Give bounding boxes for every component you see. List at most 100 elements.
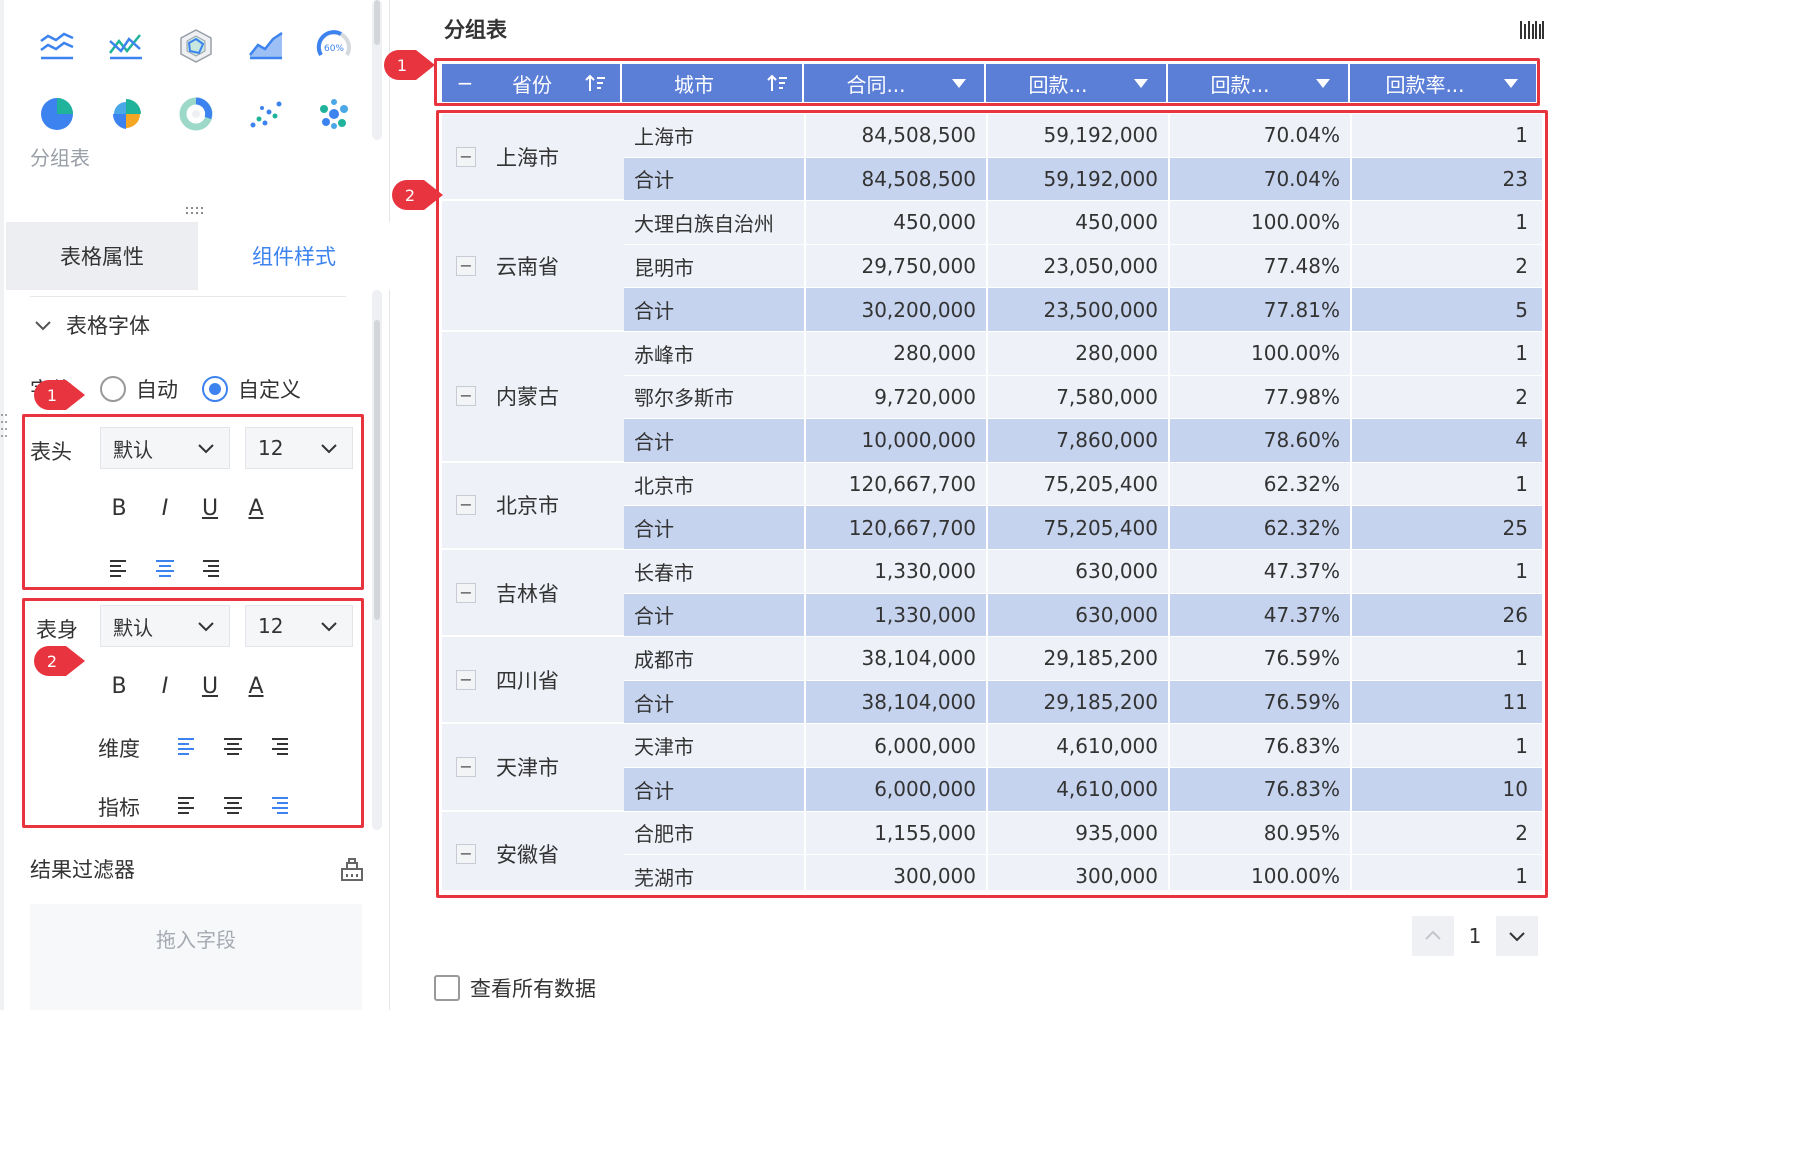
metric-align-center-button[interactable] <box>218 789 248 819</box>
align-center-icon <box>224 797 242 814</box>
dimension-align-left-button[interactable] <box>172 730 202 760</box>
filter-settings-icon[interactable] <box>338 855 366 883</box>
header-font-color-button[interactable]: A <box>241 493 271 523</box>
panel-edge <box>0 0 4 1010</box>
radar-chart-icon[interactable] <box>176 26 216 66</box>
body-font-color-button[interactable]: A <box>241 671 271 701</box>
body-font-family-value: 默认 <box>113 615 153 640</box>
radio-auto[interactable]: 自动 <box>100 374 178 404</box>
chevron-down-icon <box>35 321 51 331</box>
annotation-badge-number: 2 <box>46 651 58 671</box>
section-title: 表格字体 <box>66 314 150 338</box>
header-bold-button[interactable]: B <box>104 493 134 523</box>
header-align-left-button[interactable] <box>104 552 134 582</box>
align-right-icon <box>203 560 219 577</box>
bold-icon: B <box>111 495 127 521</box>
annotation-badge-number: 2 <box>404 185 416 205</box>
dimension-align-right-button[interactable] <box>264 730 294 760</box>
radio-custom[interactable]: 自定义 <box>202 374 301 404</box>
filter-drop-zone[interactable]: 拖入字段 <box>30 904 362 1010</box>
header-align-center-button[interactable] <box>150 552 180 582</box>
metric-align-left-button[interactable] <box>172 789 202 819</box>
annotation-badge-1: 1 <box>382 48 436 82</box>
scatter-chart-icon[interactable] <box>246 94 286 134</box>
body-font-size-value: 12 <box>258 614 284 638</box>
bubble-chart-icon[interactable] <box>314 94 354 134</box>
widget-title: 分组表 <box>444 18 507 42</box>
underline-icon: U <box>201 673 219 699</box>
next-page-button[interactable] <box>1496 916 1538 956</box>
dimension-align-center-button[interactable] <box>218 730 248 760</box>
align-left-icon <box>178 797 194 814</box>
gauge-chart-icon[interactable]: 60% <box>314 26 354 66</box>
align-left-icon <box>110 560 126 577</box>
chevron-down-icon <box>321 622 337 632</box>
barcode-menu-icon[interactable] <box>1518 18 1546 42</box>
resize-grip-icon[interactable] <box>0 412 8 440</box>
chevron-down-icon <box>198 622 214 632</box>
chart-type-label: 分组表 <box>30 146 90 170</box>
view-all-data-checkbox[interactable]: 查看所有数据 <box>434 972 596 1004</box>
table-font-section-header[interactable]: 表格字体 <box>32 308 150 342</box>
header-font-size-select[interactable]: 12 <box>245 427 353 469</box>
radio-custom-label: 自定义 <box>238 378 301 402</box>
config-tab-bar: 表格属性 组件样式 <box>6 222 390 290</box>
left-config-panel: 60% 分组表 表格属性 组件样式 表格字体 字体 自动 自定义 表头 默认 <box>0 0 390 1010</box>
radio-auto-label: 自动 <box>136 378 178 402</box>
checkbox-box[interactable] <box>434 975 460 1001</box>
align-right-icon <box>272 738 288 755</box>
pie-chart-icon[interactable] <box>37 94 77 134</box>
align-right-icon <box>272 797 288 814</box>
filter-drop-hint: 拖入字段 <box>156 928 236 952</box>
font-color-icon: A <box>248 673 264 699</box>
header-font-family-select[interactable]: 默认 <box>100 427 230 469</box>
header-font-size-value: 12 <box>258 436 284 460</box>
align-center-icon <box>156 560 174 577</box>
header-font-label: 表头 <box>30 440 72 464</box>
italic-icon: I <box>161 673 169 699</box>
radio-dot[interactable] <box>202 376 228 402</box>
metric-align-label: 指标 <box>98 796 140 820</box>
result-filter-header: 结果过滤器 <box>30 852 366 886</box>
header-align-right-button[interactable] <box>195 552 225 582</box>
bold-icon: B <box>111 673 127 699</box>
annotation-badge-number: 1 <box>46 385 58 405</box>
body-font-size-select[interactable]: 12 <box>245 605 353 647</box>
chevron-down-icon <box>321 444 337 454</box>
area-chart-icon[interactable] <box>246 26 286 66</box>
svg-text:60%: 60% <box>324 44 344 54</box>
previous-page-button[interactable] <box>1412 916 1454 956</box>
radio-dot[interactable] <box>100 376 126 402</box>
body-italic-button[interactable]: I <box>150 671 180 701</box>
annotation-badge-2: 2 <box>32 644 86 678</box>
header-underline-button[interactable]: U <box>195 493 225 523</box>
line-chart-icon[interactable] <box>37 26 77 66</box>
body-font-label: 表身 <box>36 618 78 642</box>
body-font-family-select[interactable]: 默认 <box>100 605 230 647</box>
annotation-badge-2: 2 <box>390 178 444 212</box>
table-body-highlight-box <box>436 110 1548 898</box>
align-left-icon <box>178 738 194 755</box>
top-scrollbar-thumb[interactable] <box>374 0 380 45</box>
chevron-down-icon <box>198 444 214 454</box>
body-bold-button[interactable]: B <box>104 671 134 701</box>
rose-pie-chart-icon[interactable] <box>106 94 146 134</box>
pagination: 1 <box>1412 916 1538 956</box>
dimension-align-label: 维度 <box>98 737 140 761</box>
drag-handle-icon[interactable] <box>184 206 208 216</box>
italic-icon: I <box>161 495 169 521</box>
chevron-down-icon <box>1509 932 1525 942</box>
header-italic-button[interactable]: I <box>150 493 180 523</box>
align-center-icon <box>224 738 242 755</box>
tab-component-style[interactable]: 组件样式 <box>198 222 390 290</box>
view-all-data-label: 查看所有数据 <box>470 977 596 1001</box>
section-divider <box>30 296 346 297</box>
body-underline-button[interactable]: U <box>195 671 225 701</box>
result-filter-title: 结果过滤器 <box>30 858 135 882</box>
ring-chart-icon[interactable] <box>176 94 216 134</box>
settings-scrollbar-thumb[interactable] <box>374 320 380 620</box>
metric-align-right-button[interactable] <box>264 789 294 819</box>
underline-icon: U <box>201 495 219 521</box>
area-line-chart-icon[interactable] <box>106 26 146 66</box>
tab-table-properties[interactable]: 表格属性 <box>6 222 198 290</box>
